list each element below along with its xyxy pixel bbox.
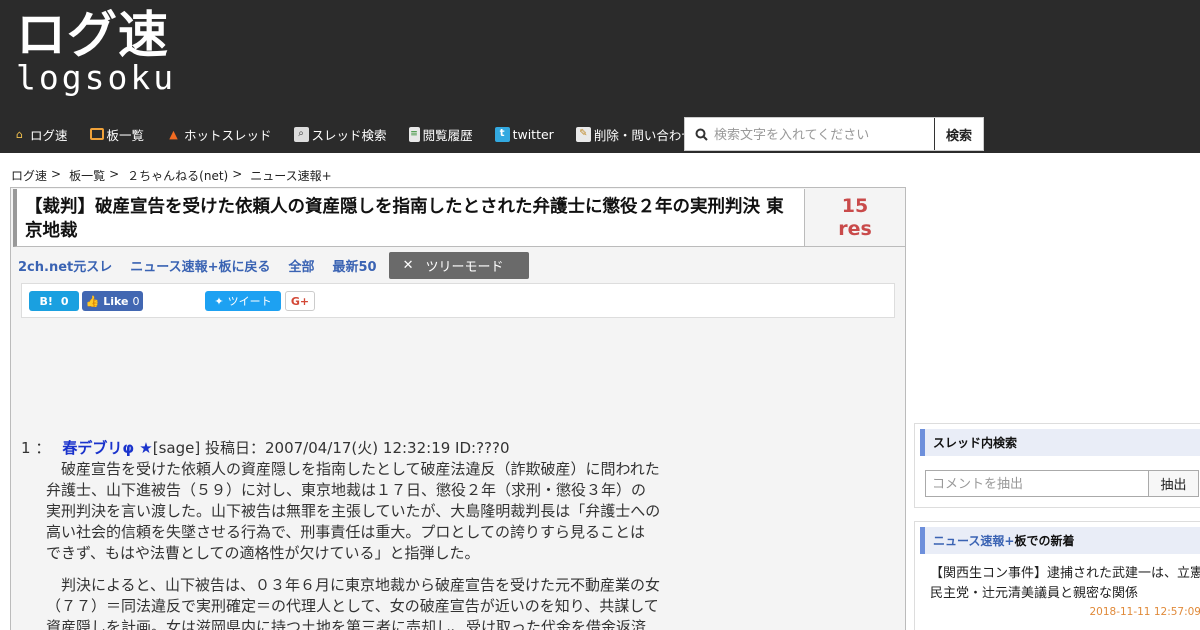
tweet-label: ツイート — [227, 295, 272, 308]
board-name[interactable]: ニュース速報+ — [933, 532, 1014, 549]
header: ログ速 logsoku ⌂ ログ速 板一覧 ▲ ホットスレッド ⌕ スレッド検索… — [0, 0, 1200, 153]
logo-en-text: logsoku — [16, 58, 177, 97]
tree-mode-button[interactable]: ✕ ツリーモード — [388, 251, 529, 279]
breadcrumb-item[interactable]: ログ速 — [11, 167, 47, 184]
post-number[interactable]: 1 ： — [21, 439, 50, 457]
all-posts-link[interactable]: 全部 — [288, 256, 314, 275]
res-count-badge: 15 res — [805, 189, 905, 247]
panel-title: スレッド内検索 — [920, 429, 1200, 456]
post: 1 ： 春デブリφ ★[sage] 投稿日：2007/04/17(火) 12:32… — [21, 438, 721, 630]
nav-item-label: スレッド検索 — [311, 127, 387, 143]
new-thread-link[interactable]: 【関西生コン事件】逮捕された武建一は、立憲民主党・辻元清美議員と親密な関係 — [930, 564, 1200, 604]
post-paragraph: 破産宣告を受けた依頼人の資産隠しを指南したとして破産法違反（詐欺破産）に問われた… — [46, 460, 661, 562]
tweet-button[interactable]: ✦ ツイート — [205, 291, 281, 311]
nav-item-history[interactable]: ≡ 閲覧履歴 — [398, 116, 484, 152]
search-input[interactable] — [714, 126, 924, 142]
nav-item-hot[interactable]: ▲ ホットスレッド — [155, 116, 283, 152]
post-meta: [sage] 投稿日：2007/04/17(火) 12:32:19 ID:???… — [152, 439, 510, 457]
panel-title-suffix: 板での新着 — [1014, 534, 1075, 548]
twitter-bird-icon: ✦ — [214, 294, 224, 308]
search-field-wrap — [685, 118, 934, 150]
hatena-icon: B! — [39, 294, 53, 308]
twitter-icon: t — [494, 126, 510, 142]
breadcrumb-item[interactable]: 板一覧 — [69, 167, 105, 184]
facebook-like-button[interactable]: 👍 Like 0 — [82, 291, 143, 311]
new-thread-date: 2018-11-11 12:57:09 — [1089, 606, 1200, 618]
thumbs-up-icon: 👍 — [85, 294, 100, 308]
fb-like-label: Like — [103, 294, 129, 308]
nav-item-home[interactable]: ⌂ ログ速 — [0, 116, 79, 152]
nav-item-label: ホットスレッド — [184, 127, 272, 143]
nav-item-label: 削除・問い合わせ — [593, 127, 694, 143]
board-new-posts-panel: ニュース速報+ 板での新着 【関西生コン事件】逮捕された武建一は、立憲民主党・辻元… — [914, 521, 1200, 630]
hatena-count: 0 — [60, 294, 69, 308]
mail-icon: ✎ — [575, 126, 591, 142]
fb-like-count: 0 — [132, 294, 140, 308]
post-body: 破産宣告を受けた依頼人の資産隠しを指南したとして破産法違反（詐欺破産）に問われた… — [21, 459, 721, 630]
close-icon: ✕ — [402, 257, 414, 273]
latest-50-link[interactable]: 最新50 — [333, 256, 377, 275]
board-icon — [89, 128, 104, 140]
thread-search-panel: スレッド内検索 抽出 — [914, 423, 1200, 508]
thread-search-form: 抽出 — [925, 470, 1200, 497]
nav-item-twitter[interactable]: t twitter — [484, 116, 565, 152]
search-icon — [695, 128, 708, 141]
nav-item-label: twitter — [512, 126, 554, 142]
original-thread-link[interactable]: 2ch.net元スレ — [18, 256, 112, 275]
share-bar: B! 0 👍 Like 0 ✦ ツイート G+ — [21, 283, 895, 318]
site-search: 検索 — [684, 117, 984, 151]
breadcrumb-item[interactable]: ニュース速報+ — [250, 167, 331, 184]
thread-links: 2ch.net元スレ ニュース速報+板に戻る 全部 最新50 ✕ ツリーモード — [18, 251, 529, 279]
breadcrumb-item[interactable]: ２ちゃんねる(net) — [127, 167, 228, 184]
comment-filter-input[interactable] — [925, 470, 1149, 497]
site-logo[interactable]: ログ速 logsoku — [16, 8, 176, 96]
thread-title: 【裁判】破産宣告を受けた依頼人の資産隠しを指南したとされた弁護士に懲役２年の実刑… — [13, 189, 805, 247]
nav-item-boards[interactable]: 板一覧 — [79, 116, 156, 152]
hatena-bookmark-button[interactable]: B! 0 — [29, 291, 79, 311]
home-icon: ⌂ — [16, 127, 23, 141]
res-label: res — [838, 218, 872, 240]
main-nav: ⌂ ログ速 板一覧 ▲ ホットスレッド ⌕ スレッド検索 ≡ 閲覧履歴 t tw… — [0, 116, 705, 152]
google-plus-button[interactable]: G+ — [285, 291, 315, 311]
thread-main: 【裁判】破産宣告を受けた依頼人の資産隠しを指南したとされた弁護士に懲役２年の実刑… — [10, 187, 906, 630]
res-count: 15 — [841, 195, 869, 217]
history-icon: ≡ — [408, 126, 420, 142]
search-button[interactable]: 検索 — [934, 118, 983, 150]
nav-item-label: ログ速 — [30, 127, 68, 143]
logo-jp-text: ログ速 — [16, 6, 169, 64]
post-author[interactable]: 春デブリφ ★ — [62, 439, 152, 457]
back-to-board-link[interactable]: ニュース速報+板に戻る — [130, 256, 270, 275]
post-header: 1 ： 春デブリφ ★[sage] 投稿日：2007/04/17(火) 12:32… — [21, 438, 721, 459]
panel-title: ニュース速報+ 板での新着 — [920, 527, 1200, 554]
thread-search-icon: ⌕ — [293, 126, 309, 142]
tree-mode-label: ツリーモード — [425, 259, 504, 275]
post-paragraph: 判決によると、山下被告は、０３年６月に東京地裁から破産宣告を受けた元不動産業の女… — [46, 576, 660, 630]
fire-icon: ▲ — [169, 127, 178, 141]
nav-item-label: 板一覧 — [106, 127, 145, 143]
breadcrumb: ログ速 > 板一覧 > ２ちゃんねる(net) > ニュース速報+ — [11, 167, 332, 184]
nav-item-label: 閲覧履歴 — [422, 127, 473, 143]
nav-item-thread-search[interactable]: ⌕ スレッド検索 — [283, 116, 398, 152]
extract-button[interactable]: 抽出 — [1149, 470, 1199, 497]
